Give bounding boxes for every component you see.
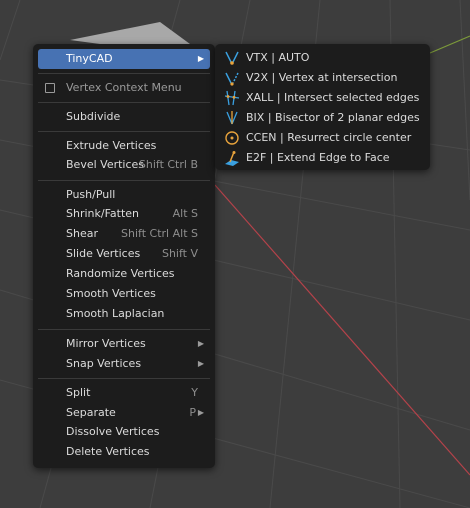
shrink-fatten-shortcut: Alt S [172,207,198,220]
smooth-laplacian-label: Smooth Laplacian [66,307,165,320]
delete-label: Delete Vertices [66,445,150,458]
menu-title-label: Vertex Context Menu [66,81,182,94]
submenu-arrow-icon: ▶ [197,339,204,348]
menu-item-slide-vertices[interactable]: Slide Vertices Shift V [38,244,210,264]
push-pull-label: Push/Pull [66,188,116,201]
menu-separator [38,131,210,132]
vtx-icon [225,51,239,65]
menu-item-smooth-laplacian[interactable]: Smooth Laplacian [38,304,210,324]
split-label: Split [66,386,91,399]
submenu-item-e2f[interactable]: E2F | Extend Edge to Face [220,148,425,168]
separate-shortcut: P [189,406,196,419]
snap-label: Snap Vertices [66,357,142,370]
tinycad-submenu: VTX | AUTO V2X | Vertex at intersection … [215,44,430,170]
menu-item-subdivide[interactable]: Subdivide [38,107,210,127]
submenu-arrow-icon: ▶ [197,408,204,417]
shear-shortcut: Shift Ctrl Alt S [121,227,198,240]
menu-separator [38,102,210,103]
menu-item-randomize-vertices[interactable]: Randomize Vertices [38,264,210,284]
menu-item-snap-vertices[interactable]: Snap Vertices ▶ [38,354,210,374]
vtx-label: VTX | AUTO [246,51,310,64]
smooth-label: Smooth Vertices [66,287,156,300]
slide-shortcut: Shift V [161,247,198,260]
menu-item-push-pull[interactable]: Push/Pull [38,185,210,205]
submenu-item-bix[interactable]: BIX | Bisector of 2 planar edges [220,108,425,128]
v2x-icon [225,72,239,86]
slide-label: Slide Vertices [66,247,141,260]
menu-item-bevel-vertices[interactable]: Bevel Vertices Shift Ctrl B [38,155,210,175]
menu-separator [38,180,210,181]
menu-item-shrink-fatten[interactable]: Shrink/Fatten Alt S [38,204,210,224]
submenu-arrow-icon: ▶ [197,54,204,63]
bix-icon [226,111,238,125]
menu-item-smooth-vertices[interactable]: Smooth Vertices [38,284,210,304]
menu-item-separate[interactable]: Separate P ▶ [38,403,210,423]
menu-item-delete-vertices[interactable]: Delete Vertices [38,442,210,462]
menu-separator [38,73,210,74]
tinycad-label: TinyCAD [66,52,113,65]
menu-title: Vertex Context Menu [38,78,210,98]
menu-item-mirror-vertices[interactable]: Mirror Vertices ▶ [38,334,210,354]
split-shortcut: Y [191,386,198,399]
mirror-label: Mirror Vertices [66,337,146,350]
bix-label: BIX | Bisector of 2 planar edges [246,111,420,124]
dissolve-label: Dissolve Vertices [66,425,160,438]
menu-item-dissolve-vertices[interactable]: Dissolve Vertices [38,422,210,442]
menu-item-tinycad[interactable]: TinyCAD ▶ [38,49,210,69]
ccen-label: CCEN | Resurrect circle center [246,131,412,144]
vertex-context-menu: TinyCAD ▶ Vertex Context Menu Subdivide … [33,44,215,468]
submenu-item-ccen[interactable]: CCEN | Resurrect circle center [220,128,425,148]
e2f-icon [225,151,239,166]
separate-label: Separate [66,406,116,419]
subdivide-label: Subdivide [66,110,121,123]
xall-icon [224,90,240,106]
submenu-item-vtx[interactable]: VTX | AUTO [220,48,425,68]
randomize-label: Randomize Vertices [66,267,175,280]
menu-item-extrude-vertices[interactable]: Extrude Vertices [38,136,210,156]
vertex-menu-icon [45,83,55,93]
shear-label: Shear [66,227,98,240]
bevel-label: Bevel Vertices [66,158,145,171]
ccen-icon [225,131,239,145]
menu-separator [38,378,210,379]
submenu-item-xall[interactable]: XALL | Intersect selected edges [220,88,425,108]
submenu-item-v2x[interactable]: V2X | Vertex at intersection [220,68,425,88]
extrude-label: Extrude Vertices [66,139,157,152]
xall-label: XALL | Intersect selected edges [246,91,420,104]
e2f-label: E2F | Extend Edge to Face [246,151,390,164]
menu-item-split[interactable]: Split Y [38,383,210,403]
submenu-arrow-icon: ▶ [197,359,204,368]
menu-item-shear[interactable]: Shear Shift Ctrl Alt S [38,224,210,244]
shrink-fatten-label: Shrink/Fatten [66,207,140,220]
v2x-label: V2X | Vertex at intersection [246,71,398,84]
menu-separator [38,329,210,330]
bevel-shortcut: Shift Ctrl B [138,158,198,171]
